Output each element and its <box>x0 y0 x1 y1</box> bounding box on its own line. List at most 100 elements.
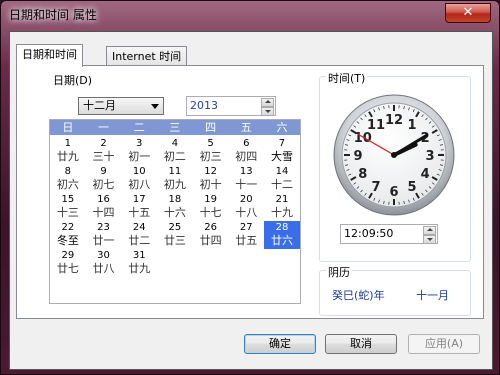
calendar-day-lunar: 大雪 <box>270 150 293 163</box>
calendar-day-lunar: 廿三 <box>163 234 186 247</box>
tab-date-time[interactable]: 日期和时间 <box>16 44 83 67</box>
calendar-day-lunar: 廿九 <box>128 262 151 275</box>
close-button[interactable]: ✕ <box>445 3 491 23</box>
calendar-day-lunar: 初一 <box>128 150 151 163</box>
calendar-day[interactable]: 29 廿七 <box>50 249 86 277</box>
cancel-button[interactable]: 取消 <box>325 334 397 354</box>
time-up-button[interactable] <box>423 226 436 235</box>
clock-number: 11 <box>367 118 385 133</box>
calendar-day[interactable]: 11 初九 <box>157 165 193 193</box>
calendar-day-lunar: 三十 <box>92 150 115 163</box>
weekday-wed: 三 <box>169 121 181 134</box>
calendar-day[interactable]: 25 廿三 <box>157 221 193 249</box>
calendar-day[interactable]: 10 初八 <box>121 165 157 193</box>
calendar-day-lunar: 初八 <box>128 178 151 191</box>
calendar-day-lunar: 廿一 <box>92 234 115 247</box>
calendar-day[interactable]: 27 廿五 <box>228 221 264 249</box>
tab-page: 日期(D) 十二月 2013 日 一 二 三 四 五 六 1 廿九 2 三十 3… <box>16 65 484 319</box>
calendar-day-lunar: 初二 <box>163 150 186 163</box>
calendar-day-number: 17 <box>132 194 146 205</box>
year-spinner[interactable]: 2013 <box>186 96 276 116</box>
year-down-button[interactable] <box>261 107 274 116</box>
calendar-day[interactable]: 22 冬至 <box>50 221 86 249</box>
clock-number: 1 <box>407 118 416 133</box>
clock-center <box>391 152 397 158</box>
time-down-button[interactable] <box>423 235 436 244</box>
calendar-day-lunar: 初六 <box>56 178 79 191</box>
calendar-day[interactable]: 15 十三 <box>50 193 86 221</box>
calendar-days: 1 廿九 2 三十 3 初一 4 初二 5 初三 6 初四 7 大雪 8 初六 9 初七 10 初八 11 初九 12 初十 1… <box>50 137 300 277</box>
dialog-window: 日期和时间 属性 ✕ 日期和时间 Internet 时间 日期(D) 十二月 2… <box>0 0 500 375</box>
calendar-day[interactable]: 5 初三 <box>193 137 229 165</box>
calendar-day-lunar: 十九 <box>270 206 293 219</box>
calendar-day[interactable]: 4 初二 <box>157 137 193 165</box>
calendar-day-lunar: 廿五 <box>235 234 258 247</box>
calendar-day[interactable]: 1 廿九 <box>50 137 86 165</box>
tab-internet-time[interactable]: Internet 时间 <box>106 46 188 66</box>
year-up-button[interactable] <box>261 98 274 107</box>
calendar: 日 一 二 三 四 五 六 1 廿九 2 三十 3 初一 4 初二 5 初三 6 初四 7 大雪 8 初六 9 初… <box>49 119 301 304</box>
time-value: 12:09:50 <box>344 227 394 240</box>
calendar-day[interactable]: 13 十一 <box>228 165 264 193</box>
calendar-day-lunar: 十四 <box>92 206 115 219</box>
date-group-label: 日期(D) <box>51 72 95 88</box>
date-group: 日期(D) 十二月 2013 日 一 二 三 四 五 六 1 廿九 2 三十 3… <box>45 72 307 322</box>
calendar-day-lunar: 十一 <box>235 178 258 191</box>
weekday-mon: 一 <box>98 121 110 134</box>
calendar-day[interactable]: 8 初六 <box>50 165 86 193</box>
calendar-day-lunar: 初九 <box>163 178 186 191</box>
calendar-day-number: 18 <box>168 194 182 205</box>
calendar-day[interactable]: 24 廿二 <box>121 221 157 249</box>
calendar-day-lunar: 廿七 <box>56 262 79 275</box>
weekday-thu: 四 <box>205 121 217 134</box>
calendar-day[interactable]: 16 十四 <box>86 193 122 221</box>
calendar-day[interactable]: 17 十五 <box>121 193 157 221</box>
calendar-day[interactable]: 19 十七 <box>193 193 229 221</box>
calendar-day-number: 28 <box>275 222 289 233</box>
calendar-day[interactable]: 20 十八 <box>228 193 264 221</box>
calendar-day-number: 24 <box>132 222 146 233</box>
calendar-day-number: 1 <box>64 138 72 149</box>
calendar-day[interactable]: 31 廿九 <box>121 249 157 277</box>
calendar-day-lunar: 廿六 <box>270 234 293 247</box>
calendar-day[interactable]: 7 大雪 <box>264 137 300 165</box>
calendar-day-number: 5 <box>207 138 214 149</box>
calendar-weekday-header: 日 一 二 三 四 五 六 <box>50 120 300 135</box>
calendar-day-number: 23 <box>97 222 110 233</box>
calendar-day[interactable]: 2 三十 <box>86 137 122 165</box>
calendar-day[interactable]: 9 初七 <box>86 165 122 193</box>
time-group: 时间(T) 12 1 2 3 4 5 6 7 8 9 10 11 12:09:5… <box>319 70 471 262</box>
calendar-day[interactable]: 14 十二 <box>264 165 300 193</box>
calendar-day[interactable]: 12 初十 <box>193 165 229 193</box>
calendar-day[interactable]: 26 廿四 <box>193 221 229 249</box>
calendar-day[interactable]: 23 廿一 <box>86 221 122 249</box>
ok-button[interactable]: 确定 <box>244 334 316 354</box>
calendar-day-number: 9 <box>100 166 107 177</box>
dialog-client: 日期和时间 Internet 时间 日期(D) 十二月 2013 日 一 二 三… <box>9 31 493 370</box>
calendar-day-number: 19 <box>204 194 217 205</box>
weekday-tue: 二 <box>133 121 145 134</box>
calendar-day-number: 11 <box>168 166 182 177</box>
clock-number: 5 <box>407 180 416 195</box>
calendar-day-number: 20 <box>239 194 253 205</box>
calendar-day[interactable]: 6 初四 <box>228 137 264 165</box>
calendar-day-number: 4 <box>171 138 179 149</box>
calendar-day-number: 29 <box>61 250 75 261</box>
calendar-day[interactable]: 18 十六 <box>157 193 193 221</box>
month-select[interactable]: 十二月 <box>78 97 164 115</box>
apply-button[interactable]: 应用(A) <box>408 334 480 354</box>
calendar-day-number: 2 <box>100 138 107 149</box>
calendar-day-number: 15 <box>61 194 75 205</box>
calendar-day-number: 21 <box>275 194 289 205</box>
calendar-day[interactable]: 30 廿八 <box>86 249 122 277</box>
calendar-day[interactable]: 21 十九 <box>264 193 300 221</box>
calendar-day-lunar: 初七 <box>92 178 115 191</box>
weekday-fri: 五 <box>240 121 252 134</box>
calendar-day-lunar: 十八 <box>235 206 258 219</box>
calendar-day-lunar: 十三 <box>56 206 79 219</box>
calendar-day[interactable]: 3 初一 <box>121 137 157 165</box>
calendar-day-lunar: 初十 <box>199 178 222 191</box>
calendar-day[interactable]: 28 廿六 <box>264 221 300 249</box>
weekday-sat: 六 <box>276 121 288 134</box>
time-spinner[interactable]: 12:09:50 <box>340 224 438 244</box>
